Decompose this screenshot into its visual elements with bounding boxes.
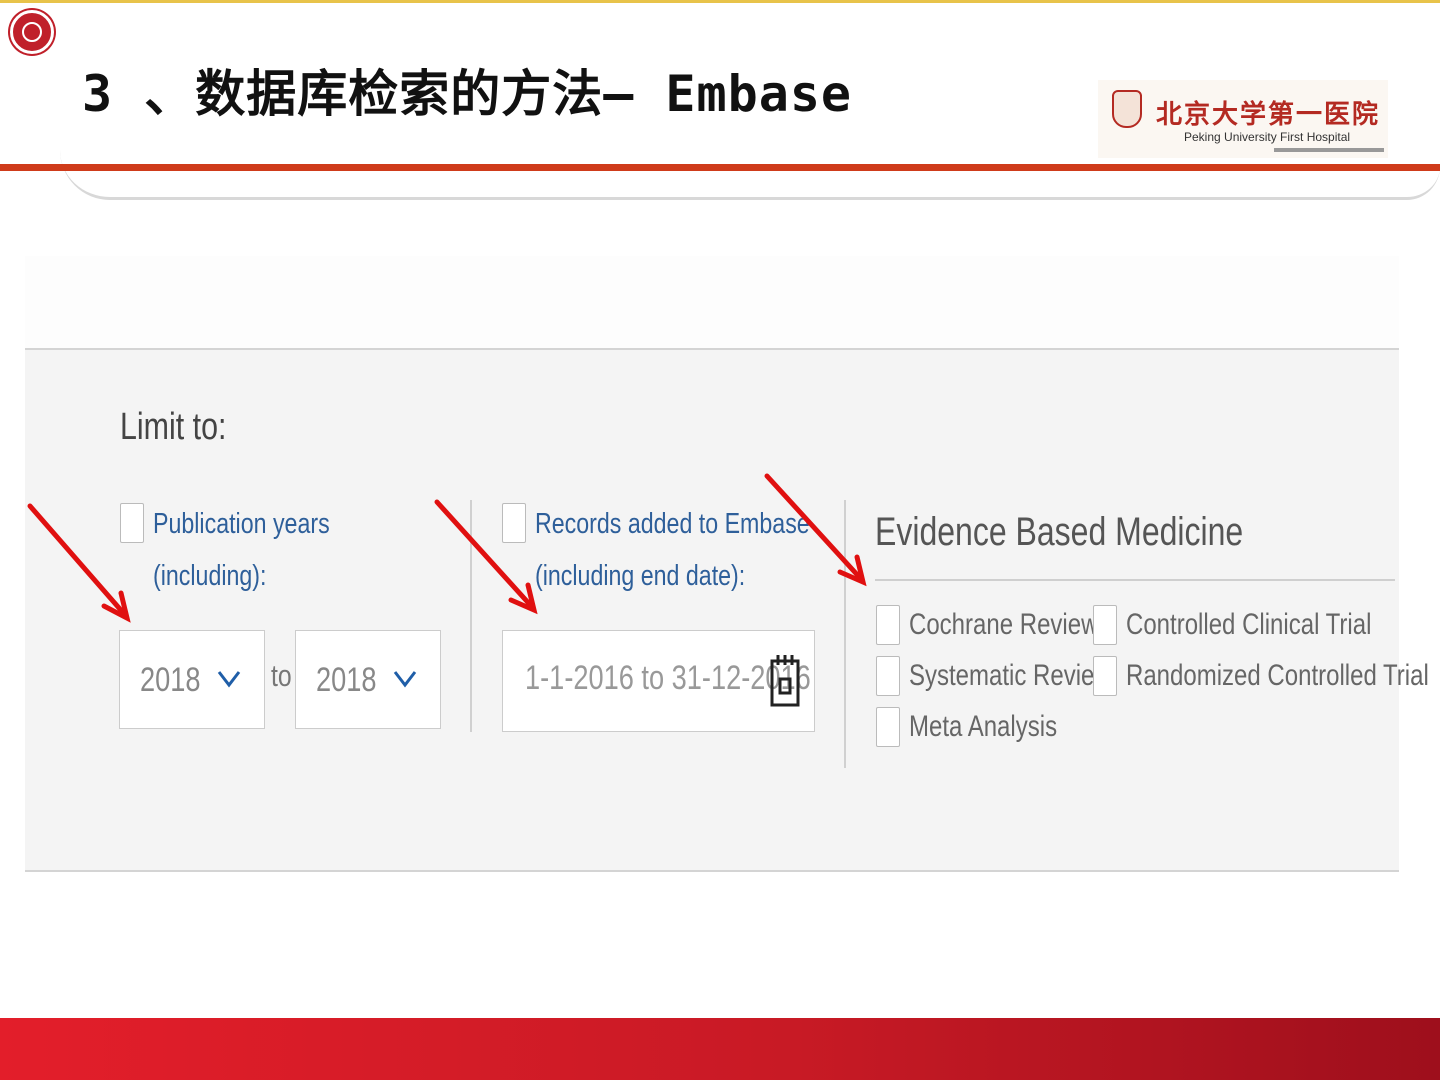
publication-years-label-sub: (including): (153, 560, 267, 592)
hospital-emblem-icon (1112, 90, 1142, 128)
hospital-logo: 北京大学第一医院 Peking University First Hospita… (1098, 80, 1388, 158)
randomized-controlled-trial-checkbox[interactable] (1093, 656, 1117, 696)
column-divider (844, 500, 846, 768)
column-divider (470, 500, 472, 732)
year-to-value: 2018 (316, 661, 377, 699)
publication-years-label: Publication years (153, 508, 330, 540)
records-added-checkbox[interactable] (502, 503, 526, 543)
hospital-name-cn: 北京大学第一医院 (1156, 100, 1381, 130)
cochrane-review-checkbox[interactable] (876, 605, 900, 645)
systematic-review-checkbox[interactable] (876, 656, 900, 696)
year-to-label: to (271, 658, 292, 693)
hospital-name-en: Peking University First Hospital (1184, 130, 1351, 144)
publication-years-checkbox[interactable] (120, 503, 144, 543)
controlled-clinical-trial-checkbox[interactable] (1093, 605, 1117, 645)
university-logo-icon (10, 10, 54, 54)
controlled-clinical-trial-label: Controlled Clinical Trial (1126, 608, 1372, 641)
calendar-icon[interactable] (770, 653, 800, 707)
date-range-input[interactable]: 1-1-2016 to 31-12-2016 (502, 630, 815, 732)
limit-panel: Limit to: Publication years (including):… (25, 348, 1429, 872)
chevron-down-icon (217, 671, 241, 688)
ebm-title: Evidence Based Medicine (875, 510, 1244, 554)
date-range-value: 1-1-2016 to 31-12-2016 (525, 659, 811, 697)
systematic-review-label: Systematic Review (909, 659, 1112, 692)
meta-analysis-checkbox[interactable] (876, 707, 900, 747)
form-top-area (25, 256, 1399, 348)
records-added-label: Records added to Embase (535, 508, 810, 540)
meta-analysis-label: Meta Analysis (909, 710, 1058, 743)
randomized-controlled-trial-label: Randomized Controlled Trial (1126, 659, 1429, 692)
header-rule (0, 164, 1440, 171)
slide-title: 3 、数据库检索的方法— Embase (82, 65, 853, 123)
ebm-divider (875, 579, 1395, 581)
limit-to-label: Limit to: (120, 406, 227, 448)
footer-band (0, 1018, 1440, 1080)
year-from-select[interactable]: 2018 (119, 630, 265, 729)
year-to-select[interactable]: 2018 (295, 630, 441, 729)
year-from-value: 2018 (140, 661, 201, 699)
header-curve-decoration (60, 150, 1440, 200)
top-accent-line (0, 0, 1440, 3)
chevron-down-icon (393, 671, 417, 688)
records-added-label-sub: (including end date): (535, 560, 746, 592)
